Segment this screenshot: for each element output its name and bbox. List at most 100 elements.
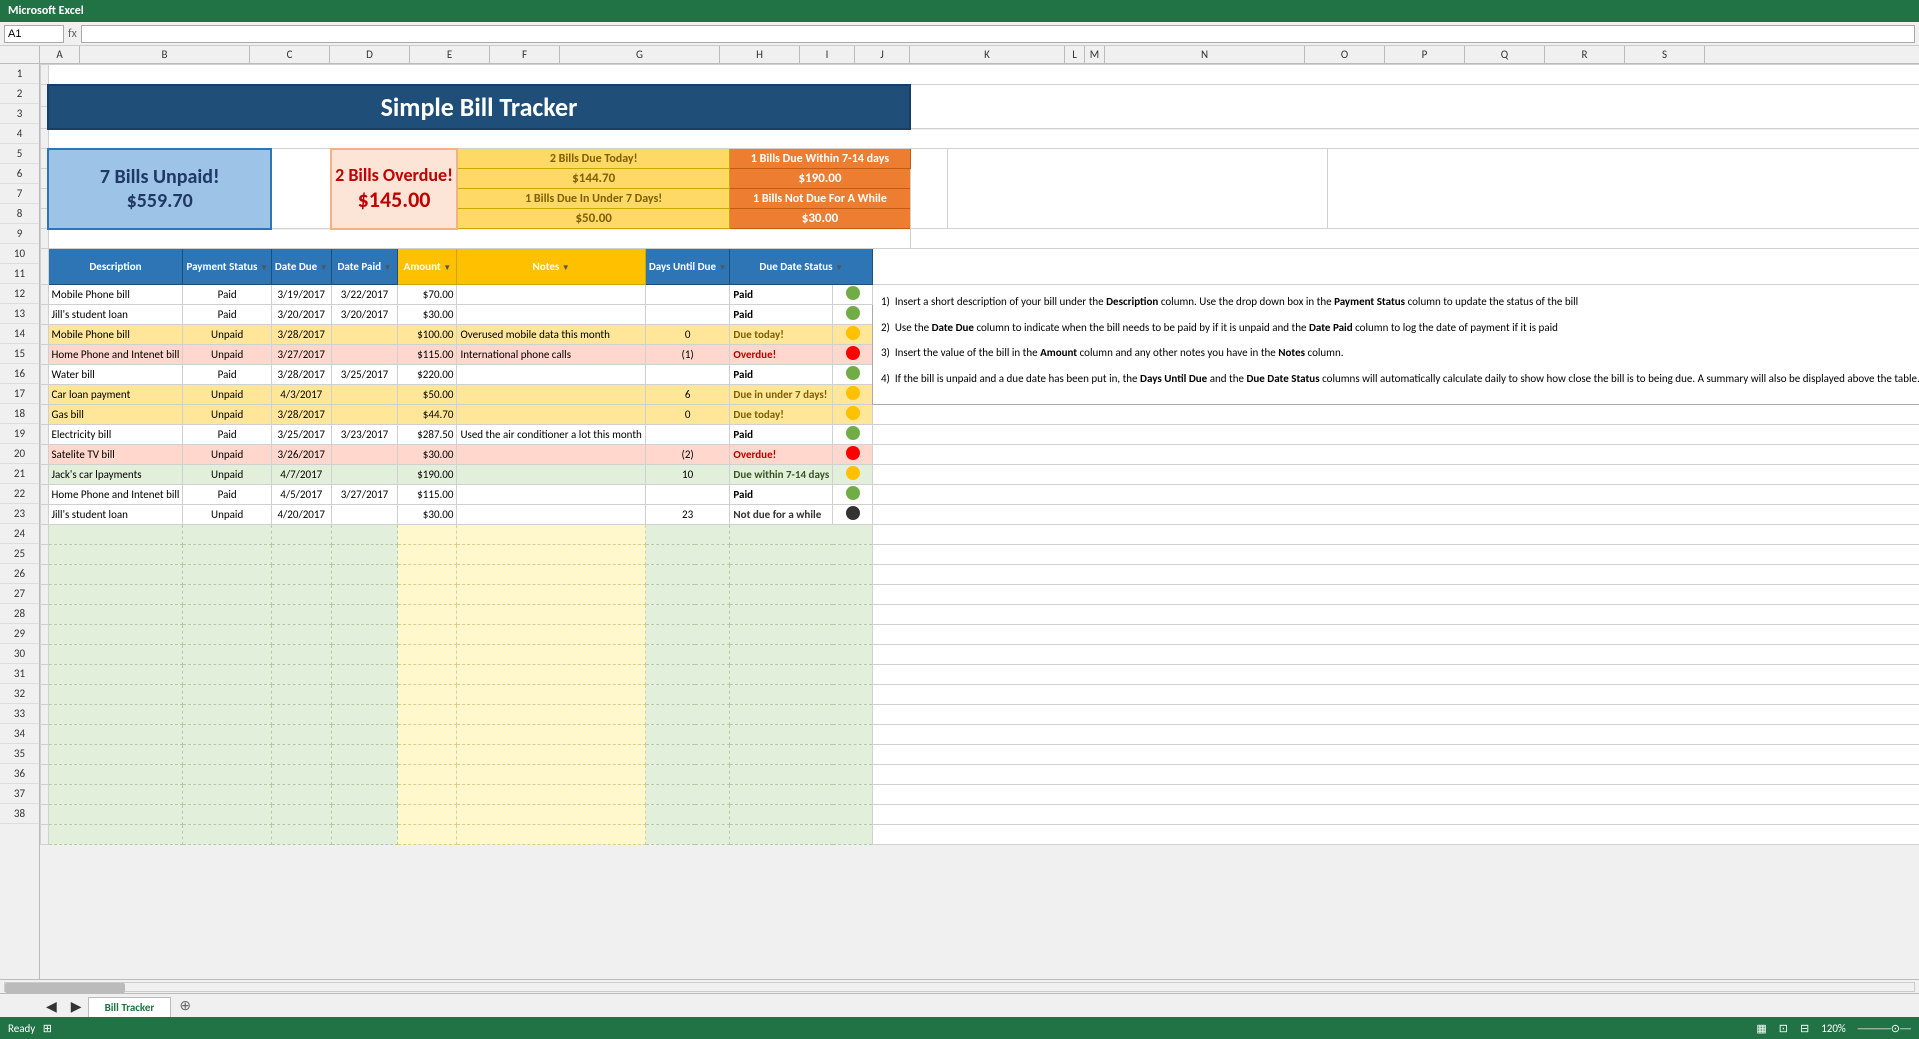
row-num-31: 31 [0, 664, 39, 684]
summary-today-amount: $144.70 [457, 169, 730, 189]
header-notes: Notes ▼ [457, 249, 645, 285]
col-Q[interactable]: Q [1465, 46, 1545, 63]
instruction-2: 2) Use the Date Due column to indicate w… [881, 319, 1919, 337]
add-sheet-button[interactable]: ⊕ [171, 994, 199, 1017]
col-S[interactable]: S [1625, 46, 1705, 63]
status-dot [846, 446, 860, 460]
summary-7_14-label: 1 Bills Due Within 7-14 days [730, 149, 910, 169]
row-numbers: 1 2 3 4 5 6 7 8 9 10 11 12 13 14 15 16 1… [0, 64, 40, 979]
table-row: Gas bill Unpaid 3/28/2017 $44.70 0 Due t… [41, 405, 1919, 425]
col-P[interactable]: P [1385, 46, 1465, 63]
row-num-5: 5 [0, 144, 39, 164]
row-num-20: 20 [0, 444, 39, 464]
table-row-empty [41, 745, 1919, 765]
table-row-empty [41, 765, 1919, 785]
row-num-29: 29 [0, 624, 39, 644]
row-1 [41, 65, 1919, 85]
table-row-empty [41, 645, 1919, 665]
date-paid-dropdown-icon[interactable]: ▼ [384, 263, 392, 273]
row-num-35: 35 [0, 744, 39, 764]
col-H[interactable]: H [720, 46, 800, 63]
table-row-empty [41, 545, 1919, 565]
row-num-22: 22 [0, 484, 39, 504]
instruction-4: 4) If the bill is unpaid and a due date … [881, 370, 1919, 388]
table-row-empty [41, 805, 1919, 825]
date-due-dropdown-icon[interactable]: ▼ [320, 263, 328, 273]
amount-dropdown-icon[interactable]: ▼ [443, 263, 451, 273]
col-K[interactable]: K [910, 46, 1065, 63]
row-num-21: 21 [0, 464, 39, 484]
row-5: 7 Bills Unpaid! $559.70 2 Bills Overdue!… [41, 149, 1919, 169]
col-R[interactable]: R [1545, 46, 1625, 63]
status-dropdown-icon[interactable]: ▼ [835, 263, 843, 273]
payment-status-dropdown-icon[interactable]: ▼ [260, 263, 268, 273]
row-num-1: 1 [0, 64, 39, 84]
status-dot [846, 486, 860, 500]
main-area: 1 2 3 4 5 6 7 8 9 10 11 12 13 14 15 16 1… [0, 64, 1919, 979]
days-dropdown-icon[interactable]: ▼ [718, 263, 726, 273]
status-text: Ready [8, 1022, 35, 1035]
col-O[interactable]: O [1305, 46, 1385, 63]
row-num-27: 27 [0, 584, 39, 604]
summary-notdue-amount: $30.00 [730, 209, 910, 229]
zoom-slider[interactable]: ──────⊙── [1858, 1022, 1911, 1035]
col-F[interactable]: F [490, 46, 560, 63]
row-num-9: 9 [0, 224, 39, 244]
row-num-4: 4 [0, 124, 39, 144]
row-num-3: 3 [0, 104, 39, 124]
col-L[interactable]: L [1065, 46, 1085, 63]
app-title: Simple Bill Tracker [381, 91, 578, 123]
col-E[interactable]: E [410, 46, 490, 63]
header-days-until-due: Days Until Due ▼ [645, 249, 730, 285]
formula-input[interactable] [81, 25, 1915, 43]
col-B[interactable]: B [80, 46, 250, 63]
col-J[interactable]: J [855, 46, 910, 63]
table-row: Mobile Phone bill Paid 3/19/2017 3/22/20… [41, 285, 1919, 305]
normal-view-icon[interactable]: ▦ [1756, 1022, 1766, 1035]
row-4 [41, 129, 1919, 149]
row-num-12: 12 [0, 284, 39, 304]
row-num-26: 26 [0, 564, 39, 584]
col-I[interactable]: I [800, 46, 855, 63]
col-M[interactable]: M [1085, 46, 1105, 63]
col-G[interactable]: G [560, 46, 720, 63]
col-N[interactable]: N [1105, 46, 1305, 63]
header-description: Description [48, 249, 183, 285]
name-box[interactable] [4, 25, 64, 43]
row-2: Simple Bill Tracker [41, 85, 1919, 107]
table-row: Satelite TV bill Unpaid 3/26/2017 $30.00… [41, 445, 1919, 465]
page-break-icon[interactable]: ⊟ [1800, 1022, 1809, 1035]
table-row-empty [41, 665, 1919, 685]
col-D[interactable]: D [330, 46, 410, 63]
page-layout-icon[interactable]: ⊡ [1779, 1022, 1788, 1035]
table-row-empty [41, 705, 1919, 725]
horizontal-scrollbar[interactable] [0, 979, 1919, 993]
cell-mode-icon: ⊞ [43, 1022, 52, 1035]
summary-overdue-box: 2 Bills Overdue! $145.00 [331, 149, 457, 229]
header-payment-status: Payment Status ▼ [183, 249, 271, 285]
row-num-6: 6 [0, 164, 39, 184]
col-A[interactable]: A [40, 46, 80, 63]
status-dot [846, 386, 860, 400]
row-num-24: 24 [0, 524, 39, 544]
row-num-32: 32 [0, 684, 39, 704]
row-num-23: 23 [0, 504, 39, 524]
row-num-2: 2 [0, 84, 39, 104]
scroll-tabs-left[interactable]: ◀ [40, 998, 63, 1015]
sheet-tab-bill-tracker[interactable]: Bill Tracker [88, 997, 172, 1017]
row-num-28: 28 [0, 604, 39, 624]
scroll-tabs-right[interactable]: ▶ [65, 998, 88, 1015]
col-C[interactable]: C [250, 46, 330, 63]
header-due-date-status: Due Date Status ▼ [730, 249, 873, 285]
unpaid-amount: $559.70 [52, 189, 267, 213]
notes-dropdown-icon[interactable]: ▼ [562, 263, 570, 273]
column-headers: A B C D E F G H I J K L M N O P Q R S [0, 46, 1919, 64]
summary-unpaid-box: 7 Bills Unpaid! $559.70 [48, 149, 271, 229]
overdue-count: 2 Bills Overdue! [335, 164, 453, 186]
table-row-empty [41, 785, 1919, 805]
row-10: Description Payment Status ▼ Date Due ▼ … [41, 249, 1919, 285]
excel-window: Microsoft Excel fx A B C D E F G H I J K… [0, 0, 1919, 1039]
fx-label: fx [68, 27, 77, 41]
status-dot [846, 426, 860, 440]
status-dot [846, 406, 860, 420]
